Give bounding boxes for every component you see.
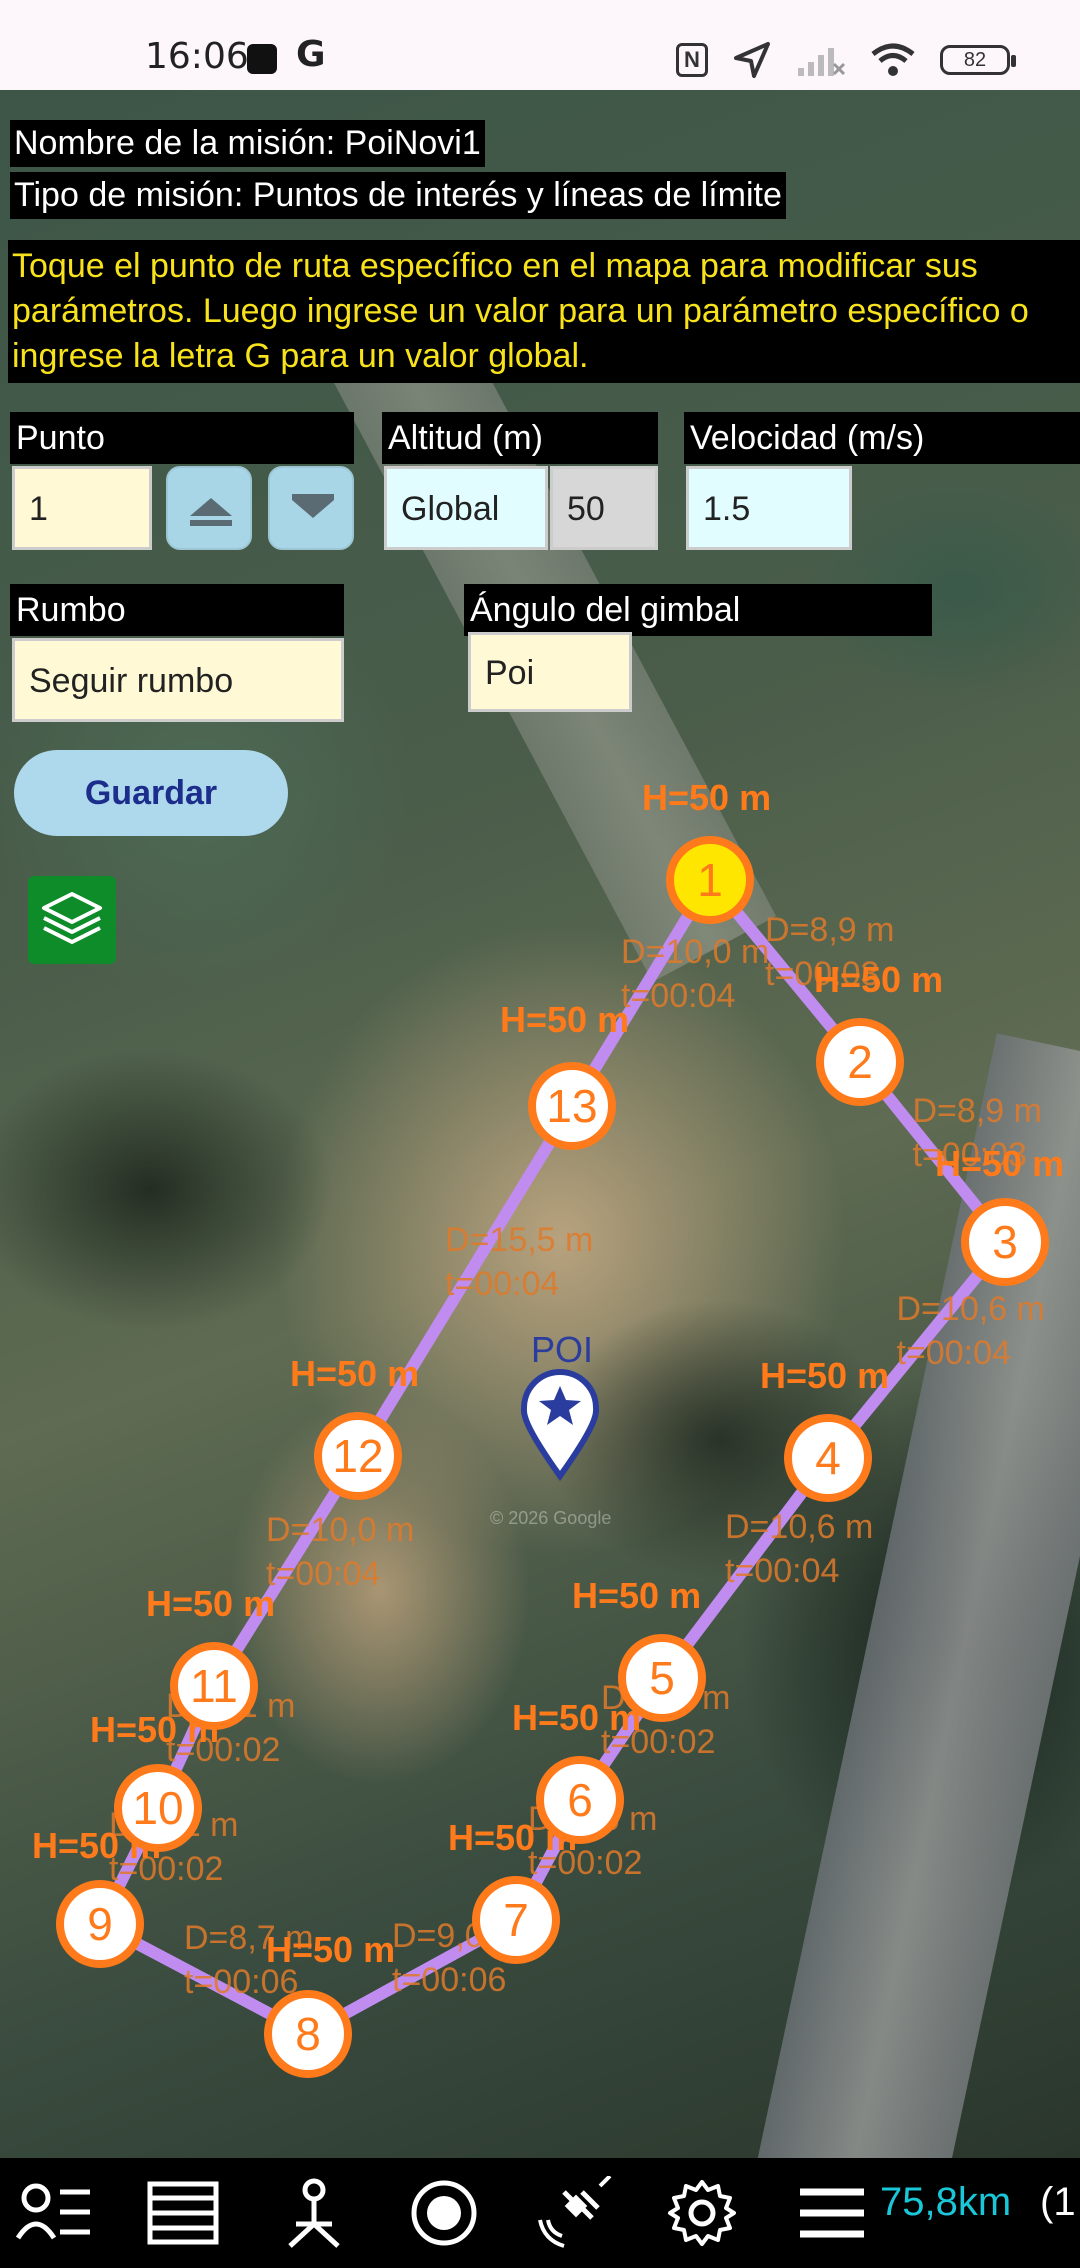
segment-time-label: t=00:04 — [621, 977, 735, 1015]
waypoint-10[interactable]: 10 — [114, 1764, 202, 1852]
segment-distance-label: D=15,5 m — [445, 1221, 593, 1259]
waypoint-number: 3 — [992, 1216, 1018, 1268]
waypoint-1[interactable]: 1 — [666, 836, 754, 924]
waypoint-number: 11 — [190, 1660, 238, 1712]
waypoint-number: 6 — [567, 1774, 593, 1826]
profile-list-icon[interactable] — [14, 2176, 94, 2250]
waypoint-8[interactable]: 8 — [264, 1990, 352, 2078]
list-icon[interactable] — [144, 2176, 224, 2250]
settings-icon[interactable] — [662, 2176, 742, 2250]
waypoint-4[interactable]: 4 — [784, 1414, 872, 1502]
waypoint-number: 13 — [546, 1080, 597, 1132]
waypoint-height-label: H=50 m — [500, 999, 629, 1040]
segment-distance-label: D=10,0 m — [266, 1511, 414, 1549]
waypoint-number: 2 — [847, 1036, 873, 1088]
waypoint-11[interactable]: 11 — [170, 1642, 258, 1730]
waypoint-number: 9 — [87, 1898, 113, 1950]
waypoint-height-label: H=50 m — [266, 1929, 395, 1970]
waypoint-number: 10 — [132, 1782, 183, 1834]
waypoint-5[interactable]: 5 — [618, 1634, 706, 1722]
waypoint-height-label: H=50 m — [572, 1575, 701, 1616]
waypoint-height-label: H=50 m — [935, 1143, 1064, 1184]
waypoint-number: 1 — [697, 854, 723, 906]
segment-distance-label: D=10,6 m — [725, 1508, 873, 1546]
waypoint-height-label: H=50 m — [760, 1355, 889, 1396]
waypoint-height-label: H=50 m — [290, 1353, 419, 1394]
segment-time-label: t=00:04 — [897, 1334, 1011, 1372]
menu-icon[interactable] — [792, 2176, 872, 2250]
segment-time-label: t=00:04 — [445, 1265, 559, 1303]
waypoint-height-label: H=50 m — [146, 1583, 275, 1624]
satellite-icon[interactable] — [534, 2176, 614, 2250]
poi-label: POI — [531, 1329, 593, 1370]
waypoint-height-label: H=50 m — [512, 1697, 641, 1738]
poi-marker[interactable]: POI — [520, 1329, 600, 1482]
segment-time-label: t=00:04 — [266, 1555, 380, 1593]
distance-extra: (1 — [1040, 2180, 1076, 2224]
waypoint-7[interactable]: 7 — [472, 1876, 560, 1964]
segment-time-label: t=00:04 — [725, 1552, 839, 1590]
waypoint-6[interactable]: 6 — [536, 1756, 624, 1844]
survey-icon[interactable] — [274, 2176, 354, 2250]
waypoint-number: 12 — [332, 1430, 383, 1482]
segment-distance-label: D=10,0 m — [621, 933, 769, 971]
waypoint-2[interactable]: 2 — [816, 1018, 904, 1106]
waypoint-3[interactable]: 3 — [961, 1198, 1049, 1286]
waypoint-number: 5 — [649, 1652, 675, 1704]
distance-readout: 75,8km — [880, 2180, 1012, 2224]
mission-overlay: D=8,9 mt=00:03D=8,9 mt=00:03D=10,6 mt=00… — [32, 777, 1064, 2078]
segment-distance-label: D=8,9 m — [913, 1092, 1042, 1130]
waypoint-number: 7 — [503, 1894, 529, 1946]
segment-distance-label: D=8,9 m — [765, 911, 894, 949]
waypoint-12[interactable]: 12 — [314, 1412, 402, 1500]
waypoint-13[interactable]: 13 — [528, 1062, 616, 1150]
waypoint-9[interactable]: 9 — [56, 1880, 144, 1968]
waypoint-number: 8 — [295, 2008, 321, 2060]
map-watermark: © 2026 Google — [490, 1508, 611, 1528]
segment-distance-label: D=10,6 m — [897, 1290, 1045, 1328]
waypoint-height-label: H=50 m — [642, 777, 771, 818]
record-icon[interactable] — [404, 2176, 484, 2250]
waypoint-height-label: H=50 m — [814, 959, 943, 1000]
waypoint-number: 4 — [815, 1432, 841, 1484]
segment-time-label: t=00:06 — [392, 1961, 506, 1999]
